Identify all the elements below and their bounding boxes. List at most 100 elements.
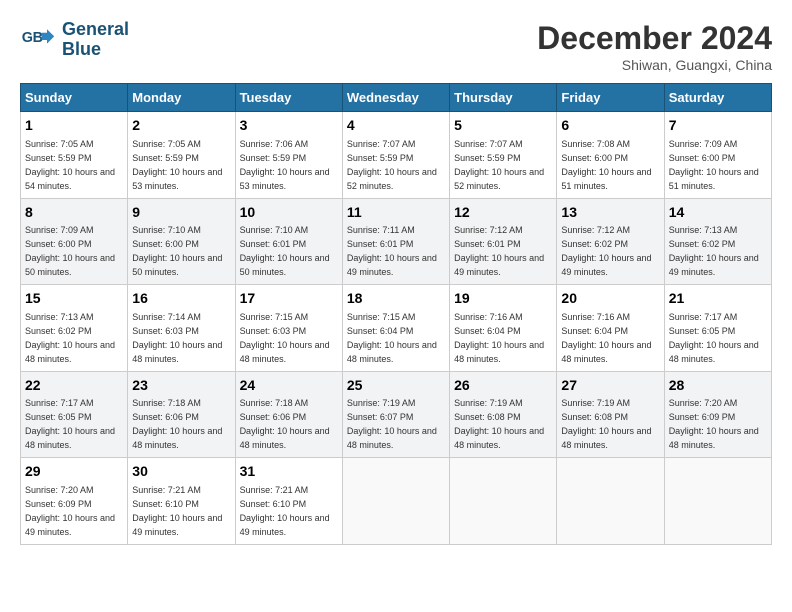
day-number: 18 — [347, 289, 445, 309]
day-number: 27 — [561, 376, 659, 396]
day-number: 25 — [347, 376, 445, 396]
calendar-cell: 7 Sunrise: 7:09 AMSunset: 6:00 PMDayligh… — [664, 112, 771, 199]
day-info: Sunrise: 7:16 AMSunset: 6:04 PMDaylight:… — [561, 312, 651, 364]
day-number: 24 — [240, 376, 338, 396]
day-info: Sunrise: 7:14 AMSunset: 6:03 PMDaylight:… — [132, 312, 222, 364]
week-row-3: 15 Sunrise: 7:13 AMSunset: 6:02 PMDaylig… — [21, 285, 772, 372]
day-header-sunday: Sunday — [21, 84, 128, 112]
logo: G B General Blue — [20, 20, 129, 60]
day-number: 19 — [454, 289, 552, 309]
calendar-cell: 14 Sunrise: 7:13 AMSunset: 6:02 PMDaylig… — [664, 198, 771, 285]
day-info: Sunrise: 7:12 AMSunset: 6:01 PMDaylight:… — [454, 225, 544, 277]
calendar-cell: 31 Sunrise: 7:21 AMSunset: 6:10 PMDaylig… — [235, 458, 342, 545]
calendar-cell: 20 Sunrise: 7:16 AMSunset: 6:04 PMDaylig… — [557, 285, 664, 372]
calendar-cell — [664, 458, 771, 545]
calendar-cell: 30 Sunrise: 7:21 AMSunset: 6:10 PMDaylig… — [128, 458, 235, 545]
calendar-cell: 9 Sunrise: 7:10 AMSunset: 6:00 PMDayligh… — [128, 198, 235, 285]
day-number: 21 — [669, 289, 767, 309]
calendar-cell: 18 Sunrise: 7:15 AMSunset: 6:04 PMDaylig… — [342, 285, 449, 372]
day-number: 16 — [132, 289, 230, 309]
day-info: Sunrise: 7:10 AMSunset: 6:01 PMDaylight:… — [240, 225, 330, 277]
day-info: Sunrise: 7:19 AMSunset: 6:07 PMDaylight:… — [347, 398, 437, 450]
svg-text:G: G — [22, 30, 33, 46]
day-info: Sunrise: 7:10 AMSunset: 6:00 PMDaylight:… — [132, 225, 222, 277]
day-number: 14 — [669, 203, 767, 223]
day-info: Sunrise: 7:18 AMSunset: 6:06 PMDaylight:… — [240, 398, 330, 450]
day-info: Sunrise: 7:05 AMSunset: 5:59 PMDaylight:… — [25, 139, 115, 191]
calendar-cell: 27 Sunrise: 7:19 AMSunset: 6:08 PMDaylig… — [557, 371, 664, 458]
calendar-cell: 2 Sunrise: 7:05 AMSunset: 5:59 PMDayligh… — [128, 112, 235, 199]
day-info: Sunrise: 7:19 AMSunset: 6:08 PMDaylight:… — [454, 398, 544, 450]
calendar-cell — [342, 458, 449, 545]
calendar-table: SundayMondayTuesdayWednesdayThursdayFrid… — [20, 83, 772, 545]
day-info: Sunrise: 7:15 AMSunset: 6:04 PMDaylight:… — [347, 312, 437, 364]
calendar-cell: 25 Sunrise: 7:19 AMSunset: 6:07 PMDaylig… — [342, 371, 449, 458]
day-number: 26 — [454, 376, 552, 396]
day-info: Sunrise: 7:13 AMSunset: 6:02 PMDaylight:… — [25, 312, 115, 364]
day-info: Sunrise: 7:15 AMSunset: 6:03 PMDaylight:… — [240, 312, 330, 364]
day-info: Sunrise: 7:20 AMSunset: 6:09 PMDaylight:… — [669, 398, 759, 450]
calendar-cell: 8 Sunrise: 7:09 AMSunset: 6:00 PMDayligh… — [21, 198, 128, 285]
day-number: 17 — [240, 289, 338, 309]
calendar-cell: 28 Sunrise: 7:20 AMSunset: 6:09 PMDaylig… — [664, 371, 771, 458]
day-header-thursday: Thursday — [450, 84, 557, 112]
day-info: Sunrise: 7:08 AMSunset: 6:00 PMDaylight:… — [561, 139, 651, 191]
calendar-cell: 1 Sunrise: 7:05 AMSunset: 5:59 PMDayligh… — [21, 112, 128, 199]
calendar-cell — [557, 458, 664, 545]
day-header-saturday: Saturday — [664, 84, 771, 112]
day-info: Sunrise: 7:12 AMSunset: 6:02 PMDaylight:… — [561, 225, 651, 277]
day-number: 13 — [561, 203, 659, 223]
location-subtitle: Shiwan, Guangxi, China — [537, 57, 772, 73]
day-info: Sunrise: 7:16 AMSunset: 6:04 PMDaylight:… — [454, 312, 544, 364]
day-number: 4 — [347, 116, 445, 136]
day-number: 12 — [454, 203, 552, 223]
day-number: 31 — [240, 462, 338, 482]
day-number: 20 — [561, 289, 659, 309]
calendar-body: 1 Sunrise: 7:05 AMSunset: 5:59 PMDayligh… — [21, 112, 772, 545]
logo-text: General Blue — [62, 20, 129, 60]
month-title: December 2024 — [537, 20, 772, 57]
calendar-cell: 6 Sunrise: 7:08 AMSunset: 6:00 PMDayligh… — [557, 112, 664, 199]
day-number: 15 — [25, 289, 123, 309]
logo-icon: G B — [20, 22, 56, 58]
week-row-2: 8 Sunrise: 7:09 AMSunset: 6:00 PMDayligh… — [21, 198, 772, 285]
svg-text:B: B — [33, 30, 43, 46]
day-header-friday: Friday — [557, 84, 664, 112]
calendar-cell: 22 Sunrise: 7:17 AMSunset: 6:05 PMDaylig… — [21, 371, 128, 458]
calendar-cell: 19 Sunrise: 7:16 AMSunset: 6:04 PMDaylig… — [450, 285, 557, 372]
day-number: 1 — [25, 116, 123, 136]
day-header-tuesday: Tuesday — [235, 84, 342, 112]
logo-line1: General — [62, 19, 129, 39]
day-number: 3 — [240, 116, 338, 136]
day-info: Sunrise: 7:07 AMSunset: 5:59 PMDaylight:… — [347, 139, 437, 191]
day-info: Sunrise: 7:20 AMSunset: 6:09 PMDaylight:… — [25, 485, 115, 537]
week-row-1: 1 Sunrise: 7:05 AMSunset: 5:59 PMDayligh… — [21, 112, 772, 199]
calendar-cell: 10 Sunrise: 7:10 AMSunset: 6:01 PMDaylig… — [235, 198, 342, 285]
page-header: G B General Blue December 2024 Shiwan, G… — [20, 20, 772, 73]
day-header-monday: Monday — [128, 84, 235, 112]
day-number: 22 — [25, 376, 123, 396]
calendar-cell: 21 Sunrise: 7:17 AMSunset: 6:05 PMDaylig… — [664, 285, 771, 372]
calendar-cell: 12 Sunrise: 7:12 AMSunset: 6:01 PMDaylig… — [450, 198, 557, 285]
day-number: 8 — [25, 203, 123, 223]
calendar-cell: 29 Sunrise: 7:20 AMSunset: 6:09 PMDaylig… — [21, 458, 128, 545]
calendar-cell — [450, 458, 557, 545]
calendar-cell: 3 Sunrise: 7:06 AMSunset: 5:59 PMDayligh… — [235, 112, 342, 199]
day-info: Sunrise: 7:05 AMSunset: 5:59 PMDaylight:… — [132, 139, 222, 191]
calendar-cell: 15 Sunrise: 7:13 AMSunset: 6:02 PMDaylig… — [21, 285, 128, 372]
calendar-cell: 5 Sunrise: 7:07 AMSunset: 5:59 PMDayligh… — [450, 112, 557, 199]
calendar-cell: 23 Sunrise: 7:18 AMSunset: 6:06 PMDaylig… — [128, 371, 235, 458]
day-info: Sunrise: 7:07 AMSunset: 5:59 PMDaylight:… — [454, 139, 544, 191]
calendar-cell: 17 Sunrise: 7:15 AMSunset: 6:03 PMDaylig… — [235, 285, 342, 372]
day-info: Sunrise: 7:21 AMSunset: 6:10 PMDaylight:… — [132, 485, 222, 537]
day-number: 28 — [669, 376, 767, 396]
logo-line2: Blue — [62, 39, 101, 59]
day-info: Sunrise: 7:11 AMSunset: 6:01 PMDaylight:… — [347, 225, 437, 277]
day-number: 29 — [25, 462, 123, 482]
week-row-5: 29 Sunrise: 7:20 AMSunset: 6:09 PMDaylig… — [21, 458, 772, 545]
calendar-cell: 4 Sunrise: 7:07 AMSunset: 5:59 PMDayligh… — [342, 112, 449, 199]
calendar-cell: 26 Sunrise: 7:19 AMSunset: 6:08 PMDaylig… — [450, 371, 557, 458]
day-info: Sunrise: 7:17 AMSunset: 6:05 PMDaylight:… — [25, 398, 115, 450]
day-info: Sunrise: 7:13 AMSunset: 6:02 PMDaylight:… — [669, 225, 759, 277]
day-number: 7 — [669, 116, 767, 136]
